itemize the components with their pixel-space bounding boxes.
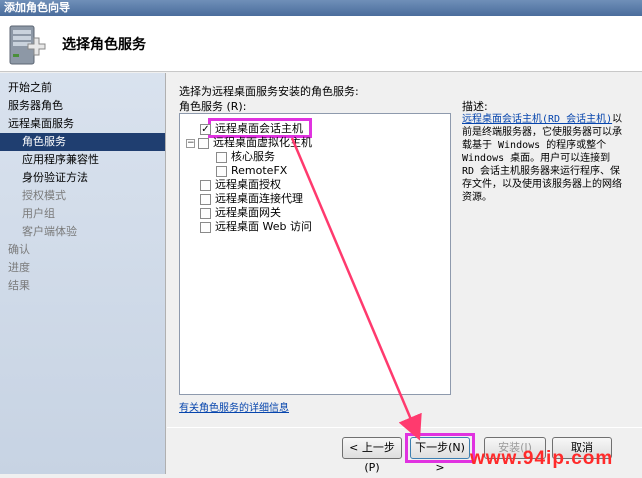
nav-item[interactable]: 确认: [0, 241, 165, 259]
wizard-nav: 开始之前 服务器角色 远程桌面服务 角色服务 应用程序兼容性 身份验证方法 授权模式 用户组客…: [0, 73, 166, 474]
service-label: 核心服务: [231, 150, 275, 163]
nav-item[interactable]: 进度: [0, 259, 165, 277]
main-panel: 选择为远程桌面服务安装的角色服务: 角色服务 (R): ✓ 远程桌面会话主机 − 远程…: [167, 73, 642, 474]
role-services-details-link[interactable]: 有关角色服务的详细信息: [179, 399, 289, 414]
prev-button[interactable]: < 上一步(P): [342, 437, 402, 474]
nav-item[interactable]: 客户端体验: [0, 223, 165, 241]
description-body: 以前是终端服务器，它使服务器可以承载基于 Windows 的程序或整个 Wind…: [462, 114, 623, 203]
service-checkbox[interactable]: [216, 151, 227, 163]
service-checkbox[interactable]: [200, 221, 211, 233]
service-row[interactable]: 远程桌面授权: [200, 178, 281, 192]
instruction-text: 选择为远程桌面服务安装的角色服务:: [179, 85, 359, 98]
nav-item[interactable]: 服务器角色: [0, 97, 165, 115]
description-title: 描述:: [462, 100, 488, 113]
tree-expander-icon[interactable]: −: [186, 138, 195, 148]
service-label: 远程桌面连接代理: [215, 192, 303, 205]
nav-item[interactable]: 结果: [0, 277, 165, 295]
next-button[interactable]: 下一步(N) >: [410, 437, 470, 474]
service-checkbox[interactable]: [216, 165, 227, 177]
service-label: 远程桌面网关: [215, 206, 281, 219]
footer-separator: [167, 427, 642, 428]
service-row[interactable]: 远程桌面连接代理: [200, 192, 303, 206]
description-link[interactable]: 远程桌面会话主机(RD 会话主机): [462, 114, 612, 125]
service-label: RemoteFX: [231, 164, 288, 177]
service-label: 远程桌面会话主机: [215, 122, 303, 135]
service-row[interactable]: RemoteFX: [216, 164, 287, 178]
nav-item[interactable]: 开始之前: [0, 79, 165, 97]
service-checkbox[interactable]: ✓: [200, 123, 211, 135]
page-title: 选择角色服务: [62, 37, 146, 53]
role-services-tree[interactable]: ✓ 远程桌面会话主机 − 远程桌面虚拟化主机 核心服务 RemoteFX 远程桌面授权 远程桌…: [179, 113, 451, 395]
service-row[interactable]: ✓ 远程桌面会话主机: [200, 122, 303, 136]
server-wizard-icon: [9, 25, 46, 65]
service-checkbox[interactable]: [198, 137, 209, 149]
service-checkbox[interactable]: [200, 179, 211, 191]
role-services-label: 角色服务 (R):: [179, 100, 247, 113]
service-label: 远程桌面授权: [215, 178, 281, 191]
nav-item[interactable]: 角色服务: [0, 133, 165, 151]
service-checkbox[interactable]: [200, 193, 211, 205]
window-title: 添加角色向导: [4, 1, 70, 14]
service-row[interactable]: 远程桌面 Web 访问: [200, 220, 312, 234]
watermark: www.94ip.com: [470, 448, 614, 469]
window-title-bar: 添加角色向导: [0, 0, 642, 16]
service-label: 远程桌面 Web 访问: [215, 220, 312, 233]
service-row[interactable]: − 远程桌面虚拟化主机: [186, 136, 312, 150]
service-row[interactable]: 核心服务: [216, 150, 275, 164]
service-label: 远程桌面虚拟化主机: [213, 136, 312, 149]
nav-item[interactable]: 应用程序兼容性: [0, 151, 165, 169]
nav-item[interactable]: 用户组: [0, 205, 165, 223]
service-checkbox[interactable]: [200, 207, 211, 219]
nav-item[interactable]: 远程桌面服务: [0, 115, 165, 133]
service-row[interactable]: 远程桌面网关: [200, 206, 281, 220]
wizard-header: 选择角色服务: [0, 16, 642, 72]
nav-item[interactable]: 身份验证方法: [0, 169, 165, 187]
nav-item[interactable]: 授权模式: [0, 187, 165, 205]
description-text: 远程桌面会话主机(RD 会话主机)以前是终端服务器，它使服务器可以承载基于 Wi…: [462, 113, 624, 204]
